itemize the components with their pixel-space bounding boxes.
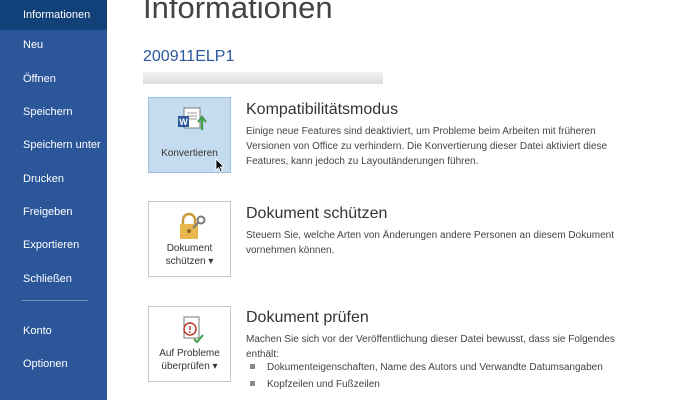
section-title-protect: Dokument schützen — [246, 205, 388, 222]
bullet-marker — [250, 380, 255, 386]
sidebar-item-neu[interactable]: Neu — [0, 30, 107, 60]
sidebar-item-freigeben[interactable]: Freigeben — [0, 197, 107, 227]
bullet-marker — [250, 363, 255, 369]
sidebar-item-schliessen[interactable]: Schließen — [0, 264, 107, 294]
lock-key-icon — [180, 212, 206, 239]
page-title: Informationen — [143, 0, 333, 25]
section-desc-compatibility: Einige neue Features sind deaktiviert, u… — [246, 126, 608, 167]
inspect-bullet-item: Kopfzeilen und Fußzeilen — [250, 379, 380, 390]
sidebar-item-speichern[interactable]: Speichern — [0, 97, 107, 127]
inspect-bullet-text: Kopfzeilen und Fußzeilen — [267, 379, 380, 390]
protect-document-button[interactable]: Dokument schützen ▾ — [148, 201, 231, 277]
svg-text:W: W — [179, 117, 188, 127]
check-issues-label-line1: Auf Probleme — [159, 348, 220, 359]
sidebar-item-exportieren[interactable]: Exportieren — [0, 230, 107, 260]
sidebar-item-informationen[interactable]: Informationen — [0, 0, 107, 30]
backstage-sidebar: Informationen Neu Öffnen Speichern Speic… — [0, 0, 107, 400]
inspect-document-icon — [183, 316, 204, 344]
protect-document-label-line1: Dokument — [166, 243, 213, 254]
sidebar-item-speichern-unter[interactable]: Speichern unter — [0, 130, 107, 160]
check-issues-label: Auf Probleme überprüfen ▾ — [149, 347, 230, 373]
sidebar-item-konto[interactable]: Konto — [0, 316, 107, 346]
section-desc-protect: Steuern Sie, welche Arten von Änderungen… — [246, 230, 615, 256]
protect-document-label: Dokument schützen ▾ — [149, 242, 230, 268]
word-convert-icon: W — [178, 107, 207, 130]
mouse-cursor-icon — [215, 158, 225, 173]
sidebar-divider — [22, 300, 88, 301]
section-title-compatibility: Kompatibilitätsmodus — [246, 101, 399, 118]
protect-document-label-line2: schützen ▾ — [165, 256, 214, 267]
sidebar-item-drucken[interactable]: Drucken — [0, 164, 107, 194]
document-path-bar — [143, 72, 383, 84]
inspect-bullet-item: Dokumenteigenschaften, Name des Autors u… — [250, 362, 603, 373]
sidebar-item-optionen[interactable]: Optionen — [0, 349, 107, 379]
section-desc-inspect: Machen Sie sich vor der Veröffentlichung… — [246, 334, 615, 360]
section-title-inspect: Dokument prüfen — [246, 309, 369, 326]
check-issues-label-line2: überprüfen ▾ — [161, 361, 218, 372]
document-name: 200911ELP1 — [143, 48, 235, 65]
check-issues-button[interactable]: Auf Probleme überprüfen ▾ — [148, 306, 231, 382]
inspect-bullet-text: Dokumenteigenschaften, Name des Autors u… — [267, 362, 603, 373]
sidebar-item-oeffnen[interactable]: Öffnen — [0, 64, 107, 94]
